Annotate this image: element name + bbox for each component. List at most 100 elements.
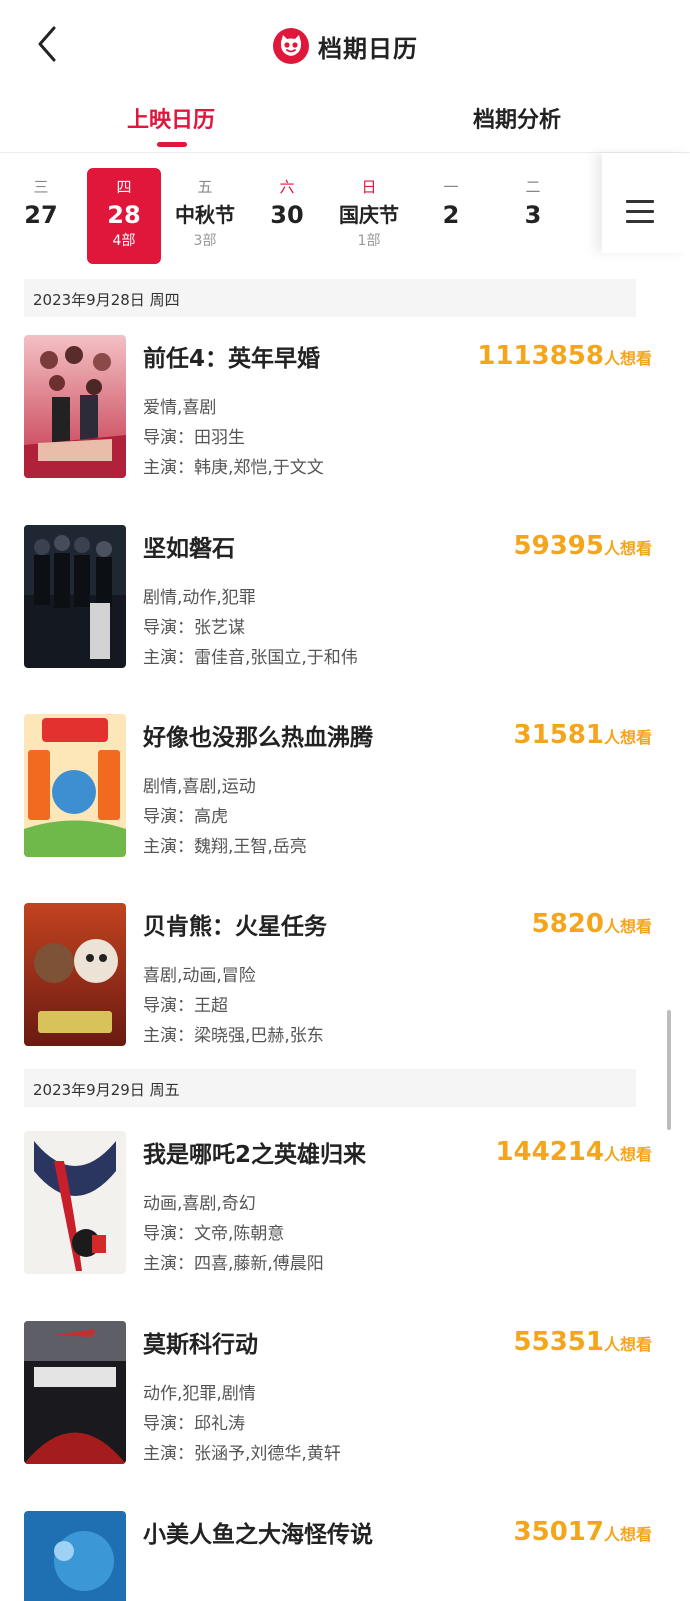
weekday-label: 三 [33,178,49,196]
movie-poster[interactable] [24,525,126,668]
movie-count [496,232,570,250]
date-cell-28-selected[interactable]: 四 28 4部 [87,168,161,264]
date-strip: 三 27 四 28 4部 五 中秋节 3部 六 30 日 国庆节 1部 一 2 … [0,153,690,268]
date-label: 中秋节 [175,203,235,227]
movie-count [4,232,78,250]
scrollbar[interactable] [667,1010,671,1130]
movie-title: 莫斯科行动 [143,1332,258,1358]
wish-unit: 人想看 [603,1335,652,1354]
movie-poster[interactable] [24,1321,126,1464]
date-cell-2[interactable]: 一 2 [414,168,488,264]
movie-genre: 动画,喜剧,奇幻 [143,1194,256,1214]
movie-item[interactable]: 贝肯熊：火星任务 5820人想看 喜剧,动画,冒险 导演：王超 主演：梁晓强,巴… [0,903,690,1093]
date-label: 2 [442,201,460,229]
active-tab-indicator [157,142,187,147]
movie-director: 导演：张艺谋 [143,618,245,638]
maoyan-cat-logo-icon [273,28,309,64]
wish-number: 144214 [495,1137,604,1167]
section-date-label: 2023年9月28日 周四 [33,291,180,309]
date-cell-30[interactable]: 六 30 [250,168,324,264]
movie-item[interactable]: 小美人鱼之大海怪传说 35017人想看 [0,1511,690,1601]
movie-title: 好像也没那么热血沸腾 [143,725,373,751]
movie-poster[interactable] [24,1131,126,1274]
movie-cast: 主演：张涵予,刘德华,黄轩 [143,1444,341,1464]
movie-director: 导演：高虎 [143,807,228,827]
date-label: 28 [107,201,141,229]
wish-unit: 人想看 [603,728,652,747]
weekday-label: 日 [361,178,377,196]
tab-bar: 上映日历 档期分析 [0,90,690,152]
weekday-label: 一 [443,178,459,196]
wish-number: 35017 [513,1517,604,1547]
page-title-group: 档期日历 [0,24,690,68]
wish-unit: 人想看 [603,539,652,558]
movie-poster[interactable] [24,335,126,478]
date-label: 30 [270,201,304,229]
date-section-header: 2023年9月28日 周四 [24,279,636,317]
tab-release-calendar[interactable]: 上映日历 [71,102,271,134]
menu-icon[interactable] [626,198,656,224]
movie-cast: 主演：雷佳音,张国立,于和伟 [143,648,358,668]
wish-count: 55351人想看 [514,1327,652,1357]
movie-genre: 动作,犯罪,剧情 [143,1384,256,1404]
wish-count: 35017人想看 [514,1517,652,1547]
wish-unit: 人想看 [603,349,652,368]
movie-poster[interactable] [24,1511,126,1601]
movie-cast: 主演：魏翔,王智,岳亮 [143,837,307,857]
top-bar: 档期日历 [0,0,690,90]
movie-genre: 剧情,喜剧,运动 [143,777,256,797]
date-label: 27 [24,201,58,229]
movie-item[interactable]: 坚如磐石 59395人想看 剧情,动作,犯罪 导演：张艺谋 主演：雷佳音,张国立… [0,525,690,715]
wish-unit: 人想看 [603,917,652,936]
movie-count: 4部 [112,233,136,249]
date-cell-27[interactable]: 三 27 [4,168,78,264]
date-cell-national-day[interactable]: 日 国庆节 1部 [332,168,406,264]
wish-count: 1113858人想看 [477,341,652,371]
movie-cast: 主演：韩庚,郑恺,于文文 [143,458,324,478]
movie-genre: 爱情,喜剧 [143,398,217,418]
movie-title: 我是哪吒2之英雄归来 [143,1142,367,1168]
movie-item[interactable]: 莫斯科行动 55351人想看 动作,犯罪,剧情 导演：邱礼涛 主演：张涵予,刘德… [0,1321,690,1511]
movie-title: 前任4：英年早婚 [143,346,321,372]
movie-genre: 喜剧,动画,冒险 [143,966,256,986]
movie-count: 1部 [357,233,381,249]
wish-unit: 人想看 [603,1145,652,1164]
date-cell-3[interactable]: 二 3 [496,168,570,264]
movie-item[interactable]: 我是哪吒2之英雄归来 144214人想看 动画,喜剧,奇幻 导演：文帝,陈朝意 … [0,1131,690,1321]
movie-director: 导演：邱礼涛 [143,1414,245,1434]
movie-count [250,232,324,250]
movie-genre: 剧情,动作,犯罪 [143,588,256,608]
wish-count: 31581人想看 [514,720,652,750]
movie-director: 导演：文帝,陈朝意 [143,1224,285,1244]
movie-title: 贝肯熊：火星任务 [143,914,327,940]
movie-cast: 主演：梁晓强,巴赫,张东 [143,1026,324,1046]
weekday-label: 二 [525,178,541,196]
date-section-header: 2023年9月29日 周五 [24,1069,636,1107]
movie-count [414,232,488,250]
weekday-label: 四 [116,178,132,196]
movie-item[interactable]: 好像也没那么热血沸腾 31581人想看 剧情,喜剧,运动 导演：高虎 主演：魏翔… [0,714,690,904]
wish-number: 1113858 [477,341,604,371]
movie-poster[interactable] [24,714,126,857]
movie-poster[interactable] [24,903,126,1046]
movie-title: 坚如磐石 [143,536,235,562]
wish-count: 144214人想看 [495,1137,652,1167]
date-cell-mid-autumn[interactable]: 五 中秋节 3部 [168,168,242,264]
wish-number: 5820 [531,909,604,939]
page-title: 档期日历 [318,34,418,63]
wish-number: 31581 [513,720,604,750]
movie-cast: 主演：四喜,藤新,傅晨阳 [143,1254,324,1274]
date-label: 国庆节 [339,203,399,227]
wish-unit: 人想看 [603,1525,652,1544]
weekday-label: 五 [197,178,213,196]
wish-number: 55351 [513,1327,604,1357]
weekday-label: 六 [279,178,295,196]
wish-count: 59395人想看 [514,531,652,561]
wish-count: 5820人想看 [532,909,652,939]
movie-title: 小美人鱼之大海怪传说 [143,1522,373,1548]
wish-number: 59395 [513,531,604,561]
movie-director: 导演：王超 [143,996,228,1016]
movie-item[interactable]: 前任4：英年早婚 1113858人想看 爱情,喜剧 导演：田羽生 主演：韩庚,郑… [0,335,690,525]
date-label: 3 [524,201,542,229]
tab-schedule-analysis[interactable]: 档期分析 [417,102,617,134]
